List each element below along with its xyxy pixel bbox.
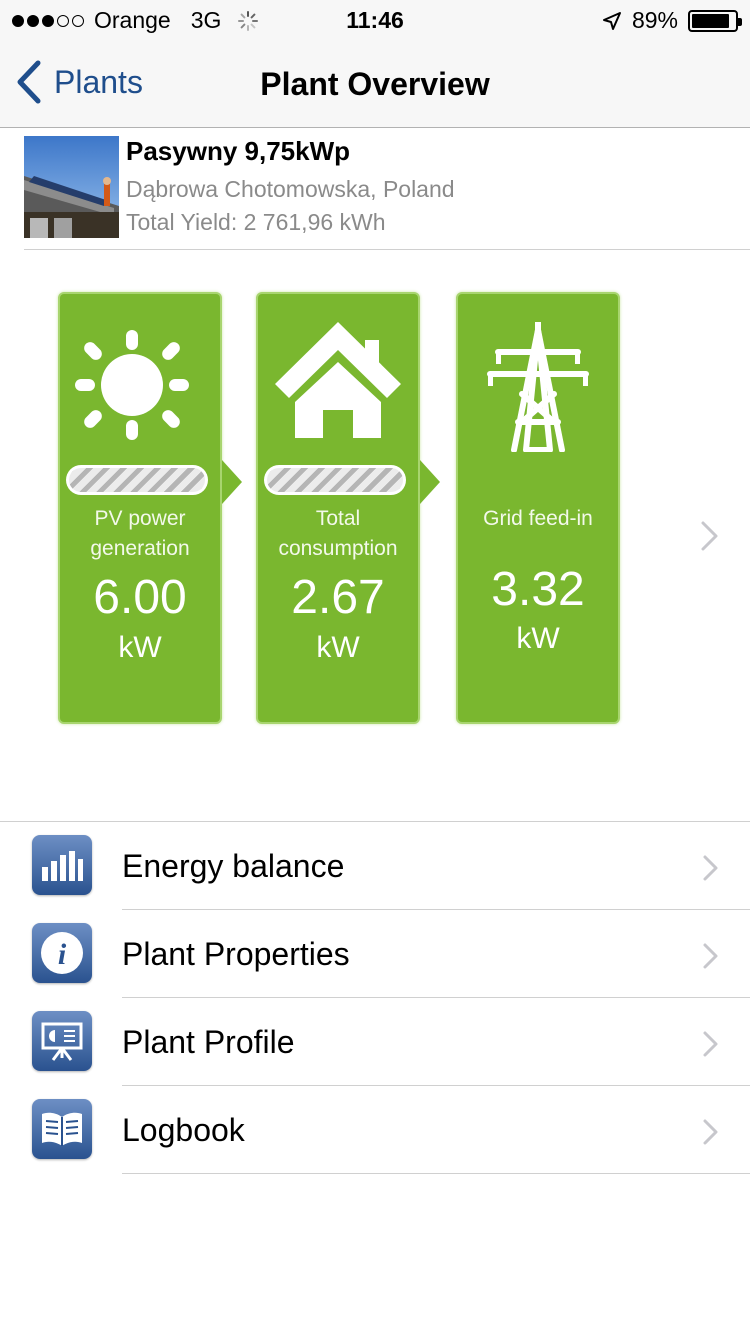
power-pylon-icon (487, 322, 589, 452)
presentation-icon (32, 1011, 92, 1071)
menu-item-plant-properties[interactable]: i Plant Properties (0, 910, 750, 998)
grid-unit: kW (516, 622, 560, 655)
plant-total-yield: Total Yield: 2 761,96 kWh (126, 209, 386, 235)
consumption-label-line1: Total (315, 507, 361, 530)
plant-location: Dąbrowa Chotomowska, Poland (126, 176, 455, 202)
sun-icon (75, 330, 189, 440)
consumption-card: Total consumption 2.67 kW (256, 292, 420, 724)
menu-label: Plant Profile (122, 1024, 295, 1060)
pv-flow-progress (66, 465, 208, 495)
menu-item-energy-balance[interactable]: Energy balance (0, 822, 750, 910)
menu-item-logbook[interactable]: Logbook (0, 1086, 750, 1174)
pv-value: 6.00 (93, 571, 187, 624)
navigation-bar: Plants Plant Overview (0, 40, 750, 128)
menu-item-plant-profile[interactable]: Plant Profile (0, 998, 750, 1086)
status-bar: Orange 3G 11:46 89% (0, 0, 750, 40)
location-arrow-icon (602, 11, 621, 30)
consumption-label-line2: consumption (278, 537, 398, 560)
svg-text:i: i (58, 938, 67, 971)
chevron-right-icon (703, 1031, 718, 1057)
pv-label-line2: generation (90, 537, 190, 560)
plant-summary: Pasywny 9,75kWp Dąbrowa Chotomowska, Pol… (24, 136, 750, 250)
grid-value: 3.32 (491, 563, 585, 616)
book-icon (32, 1099, 92, 1159)
pv-unit: kW (118, 631, 162, 664)
energy-flow[interactable]: PV power generation 6.00 kW Total consum… (58, 292, 698, 724)
menu-label: Logbook (122, 1112, 245, 1148)
consumption-unit: kW (316, 631, 360, 664)
chevron-right-icon (703, 1119, 718, 1145)
chevron-right-icon (703, 943, 718, 969)
pv-label-line1: PV power (94, 507, 186, 530)
battery-icon (688, 9, 742, 32)
plant-name: Pasywny 9,75kWp (126, 136, 350, 166)
grid-label-line1: Grid feed-in (483, 507, 593, 530)
bar-chart-icon (32, 835, 92, 895)
flow-arrow (420, 460, 440, 504)
pv-generation-card: PV power generation 6.00 kW (58, 292, 222, 724)
consumption-value: 2.67 (291, 571, 385, 624)
house-icon (275, 322, 401, 438)
page-title: Plant Overview (260, 66, 490, 102)
flow-arrow (222, 460, 242, 504)
grid-feed-in-card: Grid feed-in 3.32 kW (456, 292, 620, 724)
chevron-right-icon[interactable] (700, 520, 720, 552)
chevron-right-icon (703, 855, 718, 881)
menu-label: Energy balance (122, 848, 345, 884)
info-icon: i (32, 923, 92, 983)
menu-label: Plant Properties (122, 936, 350, 972)
plant-photo (24, 136, 119, 238)
plant-menu: Energy balance i Plant Properties Plant … (0, 821, 750, 1174)
consumption-flow-progress (264, 465, 406, 495)
battery-percentage: 89% (631, 7, 678, 33)
